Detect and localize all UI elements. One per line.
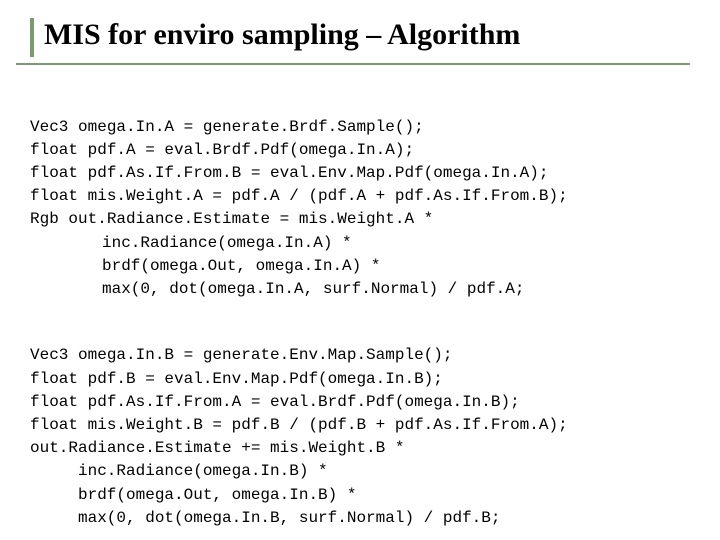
title-container: MIS for enviro sampling – Algorithm: [30, 18, 690, 57]
code-line: brdf(omega.Out, omega.In.A) *: [102, 257, 380, 275]
code-line: float mis.Weight.B = pdf.B / (pdf.B + pd…: [30, 416, 568, 434]
code-line: Vec3 omega.In.A = generate.Brdf.Sample()…: [30, 118, 424, 136]
code-line: inc.Radiance(omega.In.A) *: [102, 234, 352, 252]
code-line: float mis.Weight.A = pdf.A / (pdf.A + pd…: [30, 187, 568, 205]
block-gap: [30, 301, 690, 321]
code-line: out.Radiance.Estimate += mis.Weight.B *: [30, 439, 404, 457]
slide-title: MIS for enviro sampling – Algorithm: [44, 18, 690, 57]
code-line: float pdf.As.If.From.A = eval.Brdf.Pdf(o…: [30, 393, 520, 411]
code-line: max(0, dot(omega.In.B, surf.Normal) / pd…: [78, 509, 500, 527]
code-block-a: Vec3 omega.In.A = generate.Brdf.Sample()…: [30, 93, 690, 302]
code-line: inc.Radiance(omega.In.B) *: [78, 462, 328, 480]
title-underline: [16, 63, 690, 65]
code-line: float pdf.B = eval.Env.Map.Pdf(omega.In.…: [30, 370, 443, 388]
code-line: Vec3 omega.In.B = generate.Env.Map.Sampl…: [30, 346, 452, 364]
code-line: float pdf.As.If.From.B = eval.Env.Map.Pd…: [30, 164, 548, 182]
code-line: brdf(omega.Out, omega.In.B) *: [78, 486, 356, 504]
code-line: float pdf.A = eval.Brdf.Pdf(omega.In.A);: [30, 141, 414, 159]
code-line: Rgb out.Radiance.Estimate = mis.Weight.A…: [30, 210, 433, 228]
code-block-b: Vec3 omega.In.B = generate.Env.Map.Sampl…: [30, 321, 690, 530]
slide: MIS for enviro sampling – Algorithm Vec3…: [0, 0, 720, 540]
code-line: max(0, dot(omega.In.A, surf.Normal) / pd…: [102, 280, 524, 298]
